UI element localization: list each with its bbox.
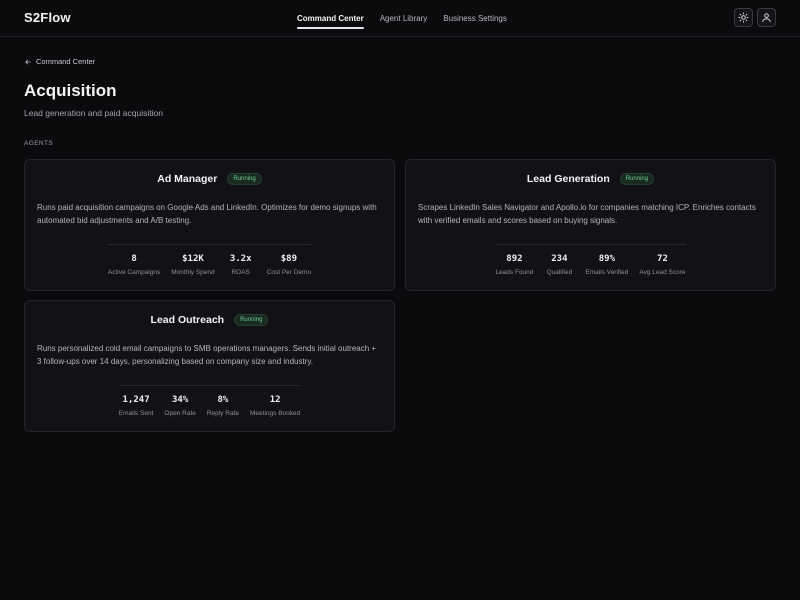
stat-value: 234 (551, 254, 568, 264)
stat: 8 Active Campaigns (108, 254, 160, 276)
stat: 72 Avg Lead Score (639, 254, 685, 276)
page-title: Acquisition (24, 81, 117, 100)
tab-agent-library[interactable]: Agent Library (380, 0, 428, 37)
agent-description: Runs paid acquisition campaigns on Googl… (37, 203, 377, 225)
tab-business-settings[interactable]: Business Settings (443, 0, 507, 37)
stat-label: ROAS (231, 269, 250, 276)
stat-label: Active Campaigns (107, 269, 161, 276)
agent-name: Ad Manager (157, 173, 218, 185)
stat-label: Monthly Spend (171, 269, 215, 276)
section-label: AGENTS (24, 140, 54, 147)
stat-label: Emails Sent (118, 410, 154, 417)
stat-value: 72 (657, 254, 668, 264)
sun-icon (738, 12, 749, 23)
agent-name: Lead Outreach (150, 314, 225, 326)
stat: 12 Meetings Booked (250, 395, 300, 417)
status-badge: Running (227, 173, 262, 185)
stat: 3.2x ROAS (226, 254, 256, 276)
stat-label: Qualified (546, 269, 573, 276)
stat-value: $12K (182, 254, 204, 264)
card-header: Lead Outreach Running (25, 313, 394, 327)
stat-label: Meetings Booked (250, 410, 301, 417)
stat-label: Leads Found (495, 269, 534, 276)
stat: $89 Cost Per Demo (267, 254, 311, 276)
stat: 892 Leads Found (495, 254, 533, 276)
back-link-label: Command Center (36, 57, 96, 66)
stat-value: 8 (131, 254, 137, 264)
agent-stats: 892 Leads Found 234 Qualified 89% Emails Ve… (406, 244, 775, 276)
stat-label: Open Rate (164, 410, 196, 417)
stat: 8% Reply Rate (207, 395, 239, 417)
stat-label: Emails Verified (585, 269, 629, 276)
card-header: Ad Manager Running (25, 172, 394, 186)
stat-value: 3.2x (229, 254, 252, 264)
agent-card-lead-outreach[interactable]: Lead Outreach Running Runs personalized … (24, 300, 395, 432)
main-nav: Command Center Agent Library Business Se… (297, 0, 507, 37)
stat-value: 892 (506, 254, 523, 264)
stat: 1,247 Emails Sent (119, 395, 154, 417)
app-logo[interactable]: S2Flow (24, 10, 71, 25)
stat-value: 1,247 (122, 395, 150, 405)
stat-label: Reply Rate (206, 410, 240, 417)
theme-toggle-button[interactable] (734, 8, 753, 27)
arrow-left-icon (25, 59, 31, 64)
tab-command-center[interactable]: Command Center (297, 0, 364, 37)
agent-card-ad-manager[interactable]: Ad Manager Running Runs paid acquisition… (24, 159, 395, 291)
user-menu-button[interactable] (757, 8, 776, 27)
agent-name: Lead Generation (526, 173, 610, 185)
stat-label: Cost Per Demo (266, 269, 312, 276)
user-icon (762, 13, 771, 23)
stat-value: 89% (598, 254, 616, 264)
page-subtitle: Lead generation and paid acquisition (24, 108, 163, 118)
agent-stats: 8 Active Campaigns $12K Monthly Spend 3.2x… (25, 244, 394, 276)
stat-value: 8% (217, 395, 229, 405)
stat: 234 Qualified (544, 254, 574, 276)
agent-description: Runs personalized cold email campaigns t… (37, 344, 377, 366)
stat-value: 34% (172, 395, 189, 405)
stat-value: 12 (269, 395, 281, 405)
agent-description: Scrapes LinkedIn Sales Navigator and Apo… (418, 203, 756, 225)
stat-label: Avg Lead Score (639, 269, 686, 276)
status-badge: Running (619, 173, 655, 185)
stat: 89% Emails Verified (585, 254, 628, 276)
top-bar: S2Flow Command Center Agent Library Busi… (0, 0, 800, 37)
back-link[interactable]: Command Center (24, 57, 95, 66)
agent-card-lead-generation[interactable]: Lead Generation Running Scrapes LinkedIn… (405, 159, 776, 291)
status-badge: Running (234, 314, 269, 326)
card-header: Lead Generation Running (406, 172, 775, 186)
stat: 34% Open Rate (164, 395, 195, 417)
stat: $12K Monthly Spend (171, 254, 214, 276)
agent-stats: 1,247 Emails Sent 34% Open Rate 8% Reply Ra… (25, 385, 394, 417)
stat-value: $89 (280, 254, 297, 264)
